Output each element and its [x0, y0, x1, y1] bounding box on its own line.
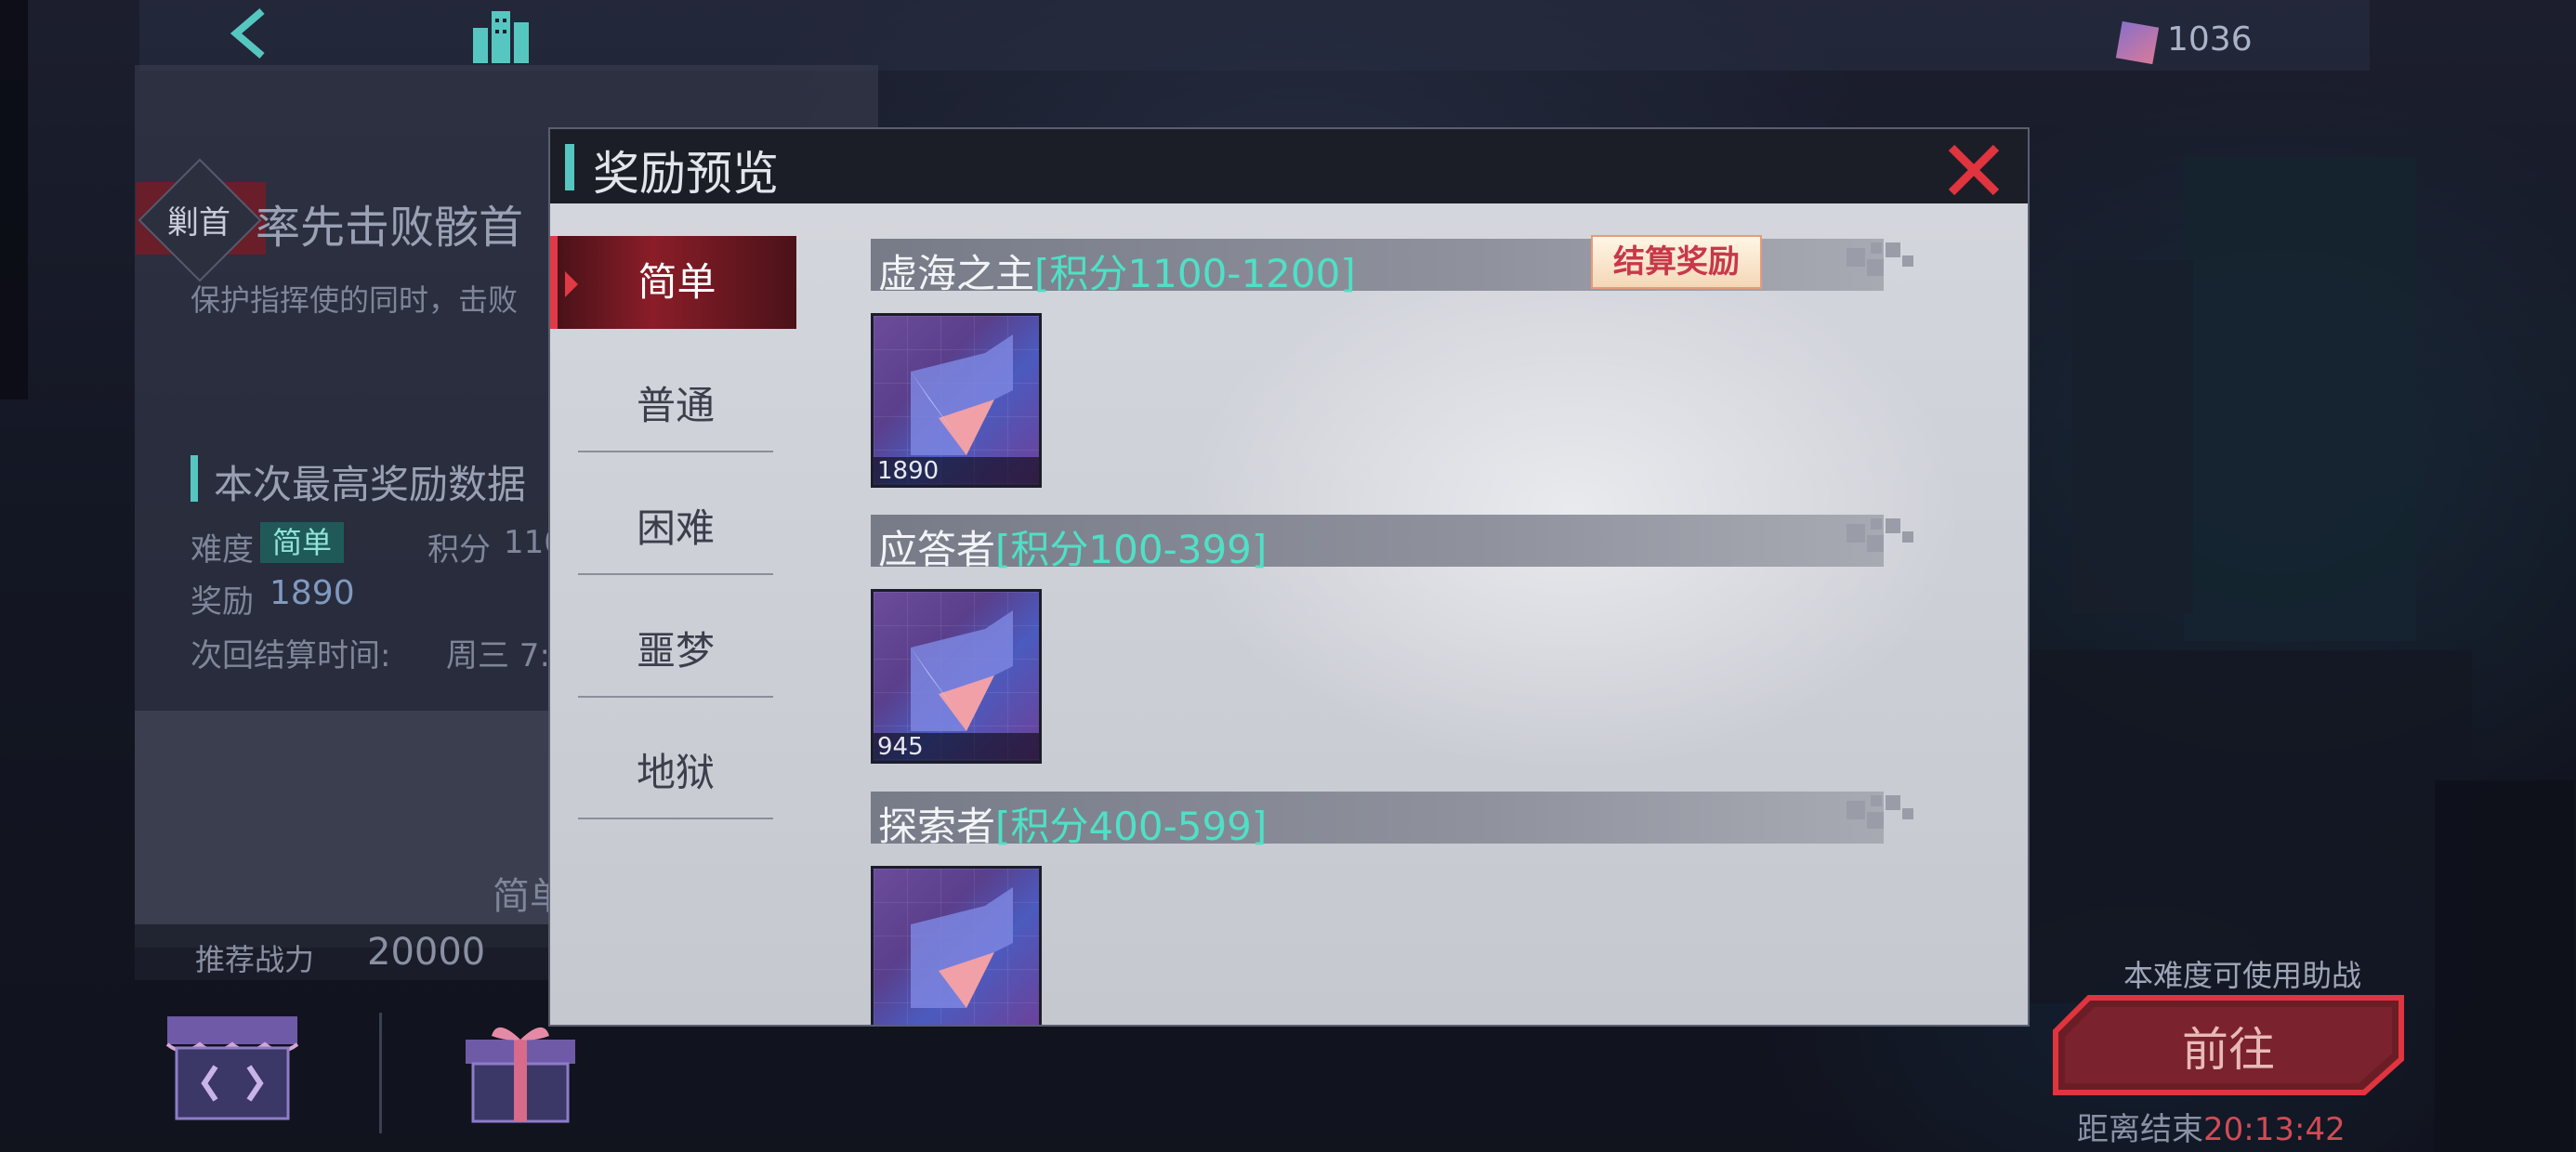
assist-hint: 本难度可使用助战: [2123, 958, 2362, 993]
currency-value: 1036: [2167, 20, 2253, 59]
power-label: 推荐战力: [195, 942, 315, 977]
difficulty-label: 难度: [191, 531, 254, 569]
tab-nightmare[interactable]: 噩梦: [578, 605, 773, 698]
active-tab-marker: [565, 271, 578, 297]
tab-divider: [578, 451, 773, 452]
modal-body: 简单 普通 困难 噩梦 地狱 虚海之主[积分1100-1200] 结算奖励 18…: [550, 203, 2028, 1025]
pixel-deco-icon: [1847, 795, 1913, 829]
tier-header: 探索者[积分400-599]: [871, 792, 1913, 849]
settle-reward-badge: 结算奖励: [1591, 235, 1762, 289]
section-title: 本次最高奖励数据: [214, 462, 527, 507]
tier-score-range: [积分100-399]: [995, 527, 1268, 572]
gift-icon[interactable]: [460, 1017, 581, 1124]
tier-title: 探索者[积分400-599]: [878, 795, 1267, 852]
reward-item[interactable]: 1890: [871, 313, 1042, 488]
tab-divider: [578, 573, 773, 575]
power-value: 20000: [367, 931, 486, 974]
reward-preview-modal: 奖励预览 简单 普通 困难 噩梦 地狱 虚海之主[积分1100-1200] 结算…: [548, 127, 2030, 1027]
tier-score-range: [积分1100-1200]: [1034, 251, 1356, 296]
back-icon[interactable]: [223, 6, 279, 61]
tier-header: 应答者[积分100-399]: [871, 515, 1913, 572]
tab-nightmare-label: 噩梦: [636, 628, 715, 674]
next-settle-label: 次回结算时间:: [191, 637, 391, 674]
tier-name: 虚海之主: [878, 251, 1035, 296]
pixel-deco-icon: [1847, 242, 1913, 276]
gem-icon: [2115, 20, 2160, 65]
item-count: 945: [874, 733, 1039, 761]
reward-item[interactable]: [871, 866, 1042, 1025]
city-icon[interactable]: [469, 6, 534, 65]
tab-normal-label: 普通: [636, 383, 715, 428]
tab-hell[interactable]: 地狱: [578, 727, 773, 819]
tab-divider: [578, 696, 773, 698]
difficulty-chip: 简单: [260, 522, 344, 563]
tier-name: 应答者: [878, 527, 996, 572]
pixel-deco-icon: [1847, 518, 1913, 552]
tab-divider: [578, 818, 773, 819]
section-accent: [191, 455, 198, 502]
header-accent: [565, 144, 574, 190]
currency-display: 1036: [2115, 20, 2360, 67]
reward-label: 奖励: [191, 583, 254, 621]
boss-title: 率先击败骸首: [256, 202, 524, 254]
tab-easy[interactable]: 简单: [550, 236, 796, 329]
shop-icon[interactable]: [158, 1011, 307, 1122]
tab-hell-label: 地狱: [636, 750, 715, 795]
score-label: 积分: [427, 531, 491, 569]
countdown-label: 距离结束: [2077, 1111, 2203, 1148]
tier-title: 虚海之主[积分1100-1200]: [878, 242, 1356, 299]
divider: [379, 1013, 382, 1133]
tier-title: 应答者[积分100-399]: [878, 518, 1267, 575]
tab-normal[interactable]: 普通: [578, 360, 773, 452]
item-count: 1890: [874, 457, 1039, 485]
boss-description: 保护指挥使的同时，击败: [191, 282, 519, 318]
modal-title: 奖励预览: [593, 147, 779, 201]
tab-hard-label: 困难: [636, 505, 715, 551]
tab-hard[interactable]: 困难: [578, 482, 773, 575]
countdown: 距离结束20:13:42: [2077, 1104, 2346, 1149]
tab-easy-label: 简单: [637, 259, 716, 305]
tier-score-range: [积分400-599]: [995, 804, 1268, 849]
item-emblem-icon: [911, 887, 1013, 1008]
tier-name: 探索者: [878, 804, 996, 849]
close-icon[interactable]: [1944, 138, 2004, 198]
reward-item[interactable]: 945: [871, 589, 1042, 764]
boss-tag-label: 剿首: [167, 204, 230, 242]
reward-value: 1890: [269, 574, 355, 612]
go-button-label[interactable]: 前往: [2052, 1013, 2405, 1080]
countdown-time: 20:13:42: [2203, 1111, 2346, 1148]
modal-header: 奖励预览: [550, 129, 2028, 203]
